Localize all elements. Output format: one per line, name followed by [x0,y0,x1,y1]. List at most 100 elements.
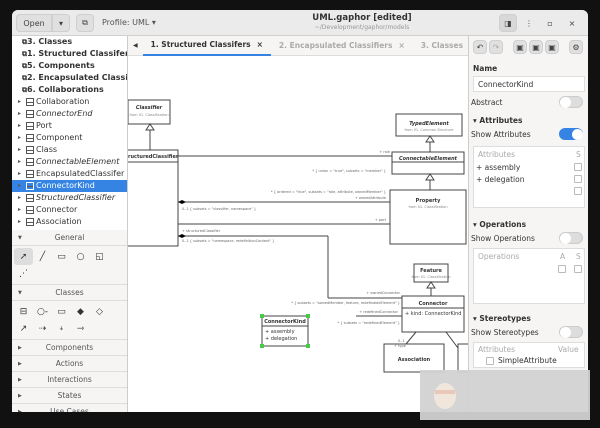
new-diagram-button[interactable]: ⧉ [76,14,94,32]
attributes-table[interactable]: Attributes S + assembly + delegation [473,146,585,208]
line-tool[interactable]: ╱ [33,248,52,265]
tree-item[interactable]: ⧉ 2. Encapsulated Classifiers [12,72,127,84]
implementation-tool[interactable]: ⇾ [71,320,90,337]
chevron-down-icon: ▾ [58,18,63,28]
attribute-row[interactable]: + delegation [476,175,524,184]
expander-arrow-icon[interactable]: ▸ [18,180,26,192]
redo-button[interactable]: ↷ [489,40,503,54]
tree-item[interactable]: ⧉ 5. Components [12,60,127,72]
tab-scroll-left-icon[interactable]: ◀ [128,42,143,49]
attributes-header[interactable]: ▾ Attributes [473,116,522,125]
toolbox-section-classes[interactable]: ▼ Classes [12,285,127,301]
align-middle-button[interactable]: ▣ [529,40,543,54]
open-menu-button[interactable]: ▾ [52,14,70,32]
expander-arrow-icon[interactable]: ▸ [18,144,26,156]
tree-item[interactable]: ⧉ 3. Classes [12,36,127,48]
tree-item[interactable]: ▸ Port [12,120,127,132]
undo-button[interactable]: ↶ [473,40,487,54]
interface-tool[interactable]: ○- [33,303,52,320]
stereotype-checkbox[interactable] [486,357,494,365]
close-icon: × [568,18,576,28]
toolbox-section[interactable]: ▶ Actions [12,356,127,372]
abstract-switch[interactable] [559,96,583,108]
tree-item[interactable]: ▸ Association [12,216,127,228]
window-title: UML.gaphor [edited] [312,13,412,23]
classifier-box [128,99,171,125]
expander-arrow-icon[interactable]: ▸ [18,192,26,204]
connector-kind-box[interactable]: ConnectorKind + assembly + delegation [260,314,310,348]
package-tool[interactable]: ▭ [52,303,71,320]
close-tab-icon[interactable]: × [398,41,404,50]
tree-item[interactable]: ▸ ConnectableElement [12,156,127,168]
expander-arrow-icon[interactable]: ▸ [18,156,26,168]
attribute-row[interactable]: + assembly [476,163,520,172]
toolbox-section[interactable]: ▶ Interactions [12,372,127,388]
tab-structured-classifiers[interactable]: 1. Structured Classifers × [142,36,271,56]
tree-item[interactable]: ⧉ 6. Collaborations [12,84,127,96]
close-tab-icon[interactable]: × [257,40,263,49]
abstract-checkbox[interactable] [558,265,566,273]
class-icon [26,194,34,202]
association-label: + structuredClassifier [182,229,221,233]
association-tool[interactable]: ◆ [71,303,90,320]
realization-tool[interactable]: ⇢ [33,320,52,337]
class-tool[interactable]: ⊟ [14,303,33,320]
expander-arrow-icon[interactable]: ▸ [18,108,26,120]
expander-arrow-icon[interactable]: ▸ [18,96,26,108]
pointer-tool[interactable]: ➚ [14,248,33,265]
association-label: + ownedAttribute [355,196,386,200]
static-checkbox[interactable] [574,265,582,273]
align-top-button[interactable]: ▣ [513,40,527,54]
toolbox-section[interactable]: ▶ Use Cases [12,404,127,412]
toolbox-section[interactable]: ▶ States [12,388,127,404]
tree-item[interactable]: ▸ Class [12,144,127,156]
tree-item[interactable]: ▸ StructuredClassifier [12,192,127,204]
expander-arrow-icon[interactable]: ▸ [18,132,26,144]
name-input[interactable]: ConnectorKind [473,76,585,92]
toolbox-section-general[interactable]: ▼ General [12,230,127,246]
section-title: Attributes [479,116,523,125]
stereotypes-table[interactable]: Attributes Value SimpleAttribute [473,342,585,368]
generalization-tool[interactable]: ↗ [14,320,33,337]
main-menu-button[interactable]: ⋮ [520,14,538,32]
tree-item[interactable]: ▸ ConnectorKind [12,180,127,192]
operations-table[interactable]: Operations A S [473,248,585,304]
tab-label: 2. Encapsulated Classifiers [278,41,393,50]
show-operations-switch[interactable] [559,232,583,244]
expander-arrow-icon[interactable]: ▸ [18,168,26,180]
tree-item[interactable]: ⧉ 1. Structured Classifers [12,48,127,60]
tree-item[interactable]: ▸ Component [12,132,127,144]
static-checkbox[interactable] [574,163,582,171]
expander-arrow-icon[interactable]: ▸ [18,216,26,228]
box-tool[interactable]: ▭ [52,248,71,265]
operations-header[interactable]: ▾ Operations [473,220,526,229]
stereotypes-header[interactable]: ▾ Stereotypes [473,314,531,323]
comment-tool[interactable]: ◱ [90,248,109,265]
expander-arrow-icon[interactable]: ▸ [18,120,26,132]
show-attributes-switch[interactable] [559,128,583,140]
expander-arrow-icon[interactable]: ▸ [18,204,26,216]
maximize-button[interactable]: ▫ [542,14,558,32]
static-checkbox[interactable] [574,187,582,195]
profile-selector[interactable]: Profile: UML ▾ [102,18,156,27]
containment-tool[interactable]: ⍖ [52,320,71,337]
comment-line-tool[interactable]: ⋰ [14,265,33,282]
settings-button[interactable]: ⚙ [569,40,583,54]
tree-item[interactable]: ▸ EncapsulatedClassifer [12,168,127,180]
static-checkbox[interactable] [574,175,582,183]
open-button[interactable]: Open [16,14,52,32]
tree-item[interactable]: ▸ Collaboration [12,96,127,108]
diagram-canvas[interactable]: ◀ 1. Structured Classifers × 2. Encapsula… [128,36,492,412]
dependency-tool[interactable]: ◇ [90,303,109,320]
tree-item[interactable]: ▸ Connector [12,204,127,216]
tree-item[interactable]: ▸ ConnectorEnd [12,108,127,120]
toolbox-section[interactable]: ▶ Components [12,340,127,356]
section-label: Components [45,343,94,352]
tab-encapsulated-classifiers[interactable]: 2. Encapsulated Classifiers × [271,36,413,56]
class-name: ConnectableElement [399,156,458,162]
align-bottom-button[interactable]: ▣ [545,40,559,54]
close-button[interactable]: × [564,14,580,32]
ellipse-tool[interactable]: ○ [71,248,90,265]
show-stereotypes-switch[interactable] [559,326,583,338]
toggle-panel-button[interactable]: ◨ [499,14,517,32]
